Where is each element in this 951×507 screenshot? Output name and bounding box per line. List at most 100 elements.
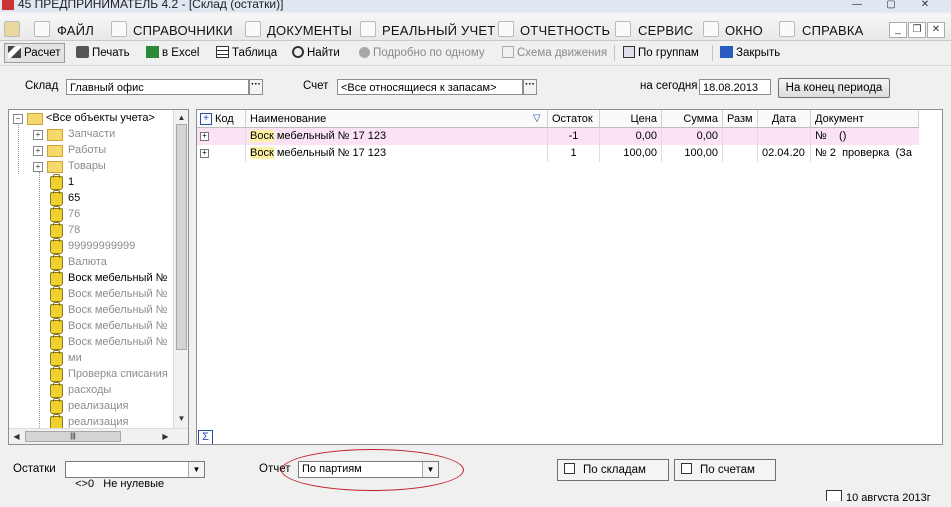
menu-file[interactable]: ФАЙЛ (57, 23, 94, 38)
calendar-icon (826, 490, 842, 501)
menu-documents[interactable]: ДОКУМЕНТЫ (267, 23, 352, 38)
cell-rest: -1 (548, 128, 600, 145)
col-header-price[interactable]: Цена (600, 110, 662, 128)
excel-button[interactable]: в Excel (146, 44, 199, 62)
mdi-close-button[interactable]: ✕ (927, 22, 945, 38)
accounting-icon (360, 21, 376, 37)
col-header-label: Наименование (250, 113, 327, 125)
mdi-restore-button[interactable]: ❐ (908, 22, 926, 38)
menu-references[interactable]: СПРАВОЧНИКИ (133, 23, 233, 38)
goods-bag-icon (50, 238, 63, 254)
tree-line (39, 172, 40, 430)
app-icon (2, 0, 14, 10)
toolbar-separator (712, 45, 713, 61)
date-field[interactable]: 18.08.2013 (699, 79, 771, 95)
tree-vertical-scrollbar[interactable]: ▲ ▼ (173, 110, 188, 428)
account-field[interactable]: <Все относящиеся к запасам> (337, 79, 523, 95)
detail-button[interactable]: Подробно по одному (359, 44, 485, 62)
excel-icon (146, 46, 159, 58)
goods-bag-icon (50, 318, 63, 334)
scheme-button[interactable]: Схема движения (502, 44, 607, 62)
tree-label: Воск мебельный № (68, 336, 168, 348)
by-warehouses-toggle[interactable]: По складам (557, 459, 669, 481)
scroll-up-arrow[interactable]: ▲ (175, 111, 188, 124)
cell-document: № 2 проверка (За (815, 147, 912, 159)
expand-icon[interactable]: + (33, 162, 43, 172)
menu-window[interactable]: ОКНО (725, 23, 763, 38)
name-highlight: Воск (250, 147, 274, 159)
goods-bag-icon (50, 334, 63, 350)
menu-service[interactable]: СЕРВИС (638, 23, 693, 38)
scroll-down-arrow[interactable]: ▼ (175, 412, 188, 425)
sum-button[interactable]: Σ (198, 430, 213, 444)
checkbox-icon (564, 463, 575, 474)
expand-icon[interactable]: + (33, 130, 43, 140)
tree-label: <Все объекты учета> (46, 112, 155, 124)
scroll-thumb[interactable]: ||| (25, 431, 121, 442)
col-header-date[interactable]: Дата (758, 110, 811, 128)
col-header-document[interactable]: Документ (811, 110, 919, 128)
groups-icon (623, 46, 635, 58)
cell-name: Воск мебельный № 17 123 (246, 145, 548, 162)
window-title: 45 ПРЕДПРИНИМАТЕЛЬ 4.2 - [Склад (остатки… (18, 0, 284, 11)
warehouse-select-button[interactable]: ··· (249, 79, 263, 95)
scroll-thumb[interactable] (176, 124, 187, 350)
close-window-button[interactable]: ✕ (910, 0, 940, 12)
checkbox-icon (681, 463, 692, 474)
table-row[interactable]: + Воск мебельный № 17 123 -1 0,00 0,00 №… (197, 128, 919, 145)
col-header-size[interactable]: Разм (723, 110, 758, 128)
mdi-minimize-button[interactable]: _ (889, 22, 907, 38)
by-accounts-toggle[interactable]: По счетам (674, 459, 776, 481)
objects-tree[interactable]: − <Все объекты учета> + Запчасти + Работ… (8, 109, 189, 445)
menu-real-accounting[interactable]: РЕАЛЬНЫЙ УЧЕТ (382, 23, 495, 38)
collapse-icon[interactable]: − (13, 114, 23, 124)
toolbar: Расчет Печать в Excel Таблица Найти Подр… (0, 41, 951, 66)
expand-all-icon[interactable]: + (200, 113, 212, 125)
account-select-button[interactable]: ··· (523, 79, 537, 95)
menu-help[interactable]: СПРАВКА (802, 23, 864, 38)
print-label: Печать (92, 47, 130, 59)
scroll-right-arrow[interactable]: ▶ (159, 430, 172, 443)
tree-label: ми (68, 352, 82, 364)
tree-label: 1 (68, 176, 75, 188)
maximize-button[interactable]: ▢ (876, 0, 906, 12)
folder-icon (47, 161, 63, 173)
chevron-down-icon[interactable]: ▼ (188, 462, 204, 477)
table-button[interactable]: Таблица (216, 44, 277, 62)
table-row[interactable]: + Воск мебельный № 17 123 1 100,00 100,0… (197, 145, 919, 162)
name-highlight: Воск (250, 130, 274, 142)
menu-reporting[interactable]: ОТЧЕТНОСТЬ (520, 23, 610, 38)
rest-filter-select[interactable]: <>0 Не нулевые ▼ (65, 461, 205, 490)
title-bar: 45 ПРЕДПРИНИМАТЕЛЬ 4.2 - [Склад (остатки… (0, 0, 951, 12)
rest-filter-value: <>0 Не нулевые (75, 478, 165, 490)
expand-icon[interactable]: + (33, 146, 43, 156)
exit-icon (720, 46, 733, 58)
col-header-code[interactable]: + Код (197, 110, 246, 128)
expand-row-icon[interactable]: + (200, 149, 209, 158)
col-header-sum[interactable]: Сумма (662, 110, 723, 128)
tree-label: расходы (68, 384, 112, 396)
col-header-rest[interactable]: Остаток (548, 110, 600, 128)
period-end-button[interactable]: На конец периода (778, 78, 890, 98)
toolbar-separator (614, 45, 615, 61)
scroll-left-arrow[interactable]: ◀ (10, 430, 23, 443)
table-label: Таблица (232, 47, 278, 59)
col-header-name[interactable]: Наименование ▽ (246, 110, 548, 128)
close-button[interactable]: Закрыть (720, 44, 780, 62)
tree-horizontal-scrollbar[interactable]: ◀ ||| ▶ (9, 428, 188, 444)
groups-button[interactable]: По группам (623, 44, 699, 62)
calc-label: Расчет (24, 47, 61, 59)
tree-label: Валюта (68, 256, 107, 268)
print-button[interactable]: Печать (76, 44, 130, 62)
goods-bag-icon (50, 302, 63, 318)
cell-sum: 100,00 (662, 145, 723, 162)
minimize-button[interactable]: — (842, 0, 872, 12)
expand-row-icon[interactable]: + (200, 132, 209, 141)
find-button[interactable]: Найти (292, 44, 340, 62)
tree-label: Воск мебельный № (68, 288, 168, 300)
folder-icon (47, 129, 63, 141)
calc-button[interactable]: Расчет (4, 43, 65, 63)
warehouse-field[interactable]: Главный офис (66, 79, 249, 95)
stock-grid[interactable]: + Код Наименование ▽ Остаток Цена Сумма … (196, 109, 943, 445)
goods-bag-icon (50, 254, 63, 270)
